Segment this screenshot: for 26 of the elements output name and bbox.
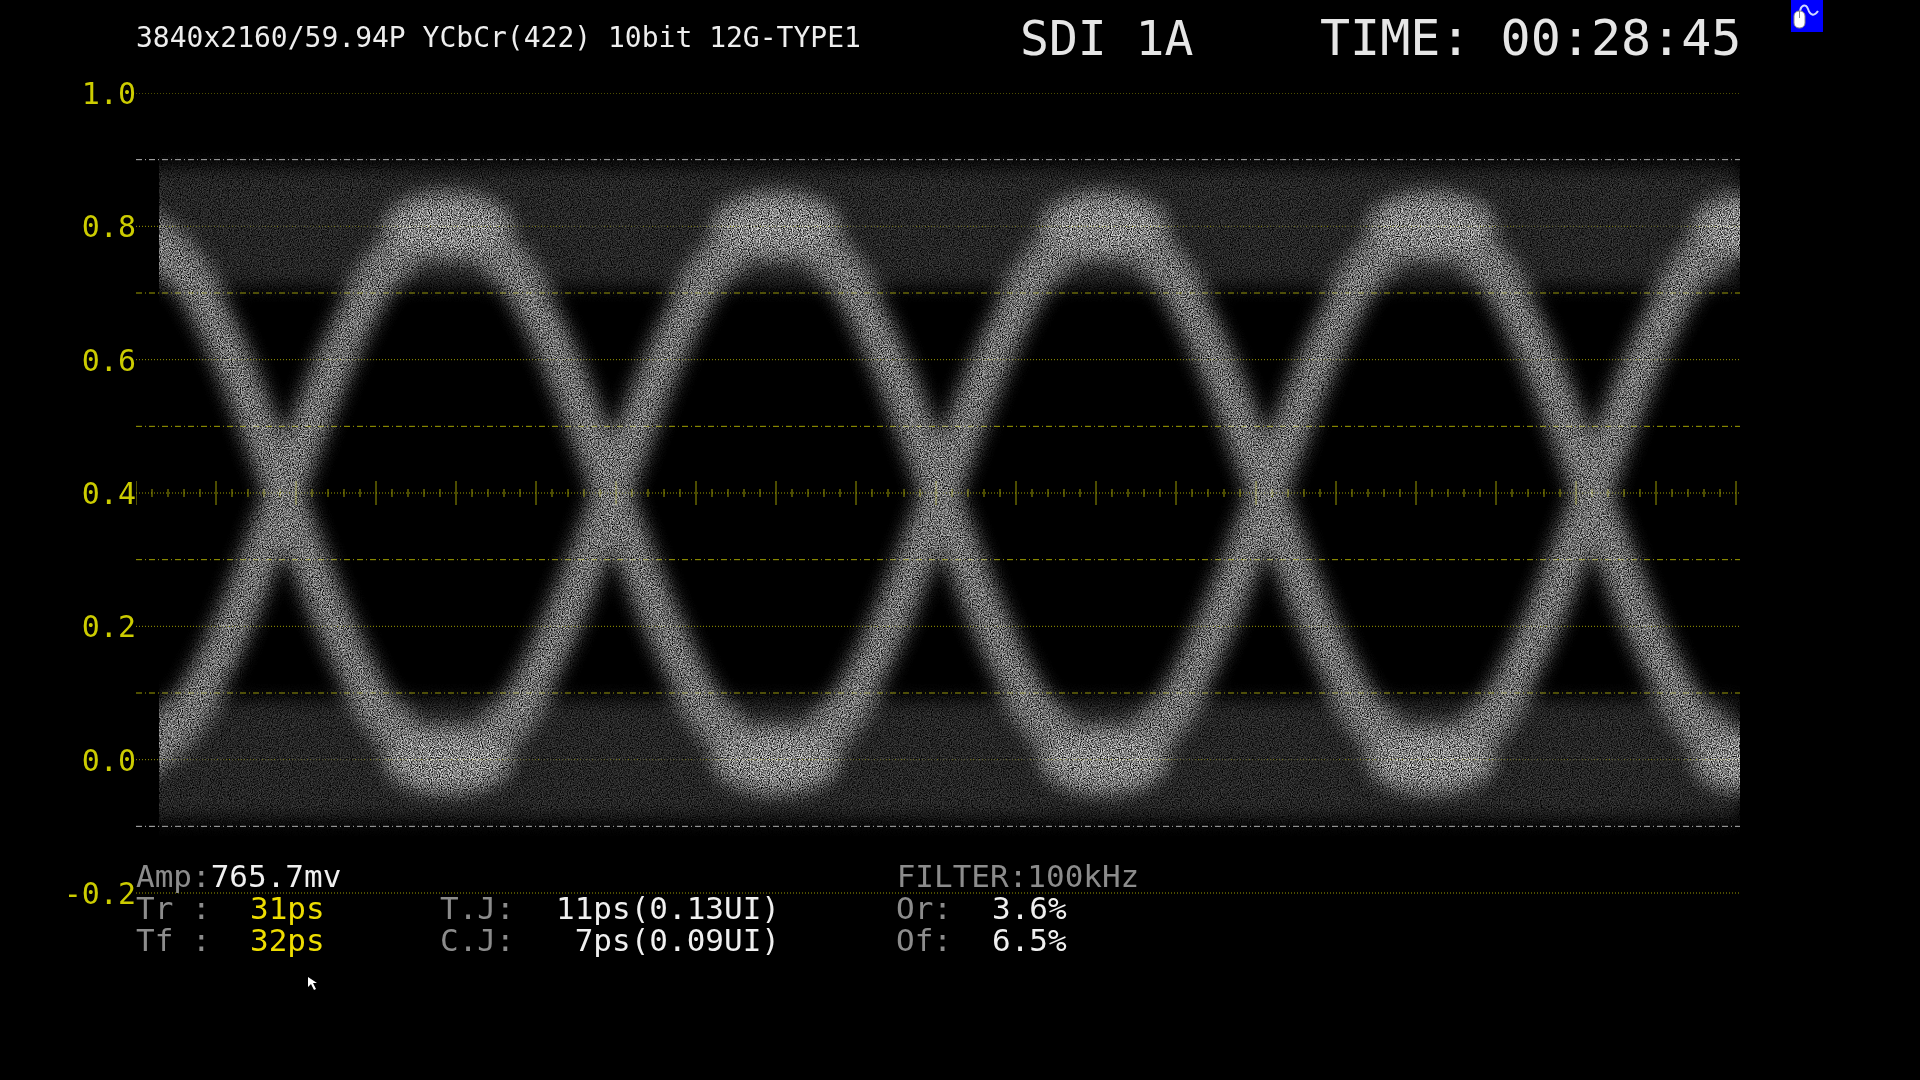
axis-label: 0.0 (81, 742, 136, 779)
edge-time-label: Tf : (136, 924, 212, 956)
amplitude-label: Amp: (136, 860, 211, 892)
axis-label: 0.6 (81, 342, 136, 379)
jitter-label: T.J: (440, 892, 516, 924)
signal-format: 3840x2160/59.94P YCbCr(422) 10bit 12G-TYPE1 (136, 20, 862, 56)
axis-label: -0.2 (63, 875, 136, 911)
axis-label: 0.4 (81, 476, 136, 512)
input-channel: SDI 1A (1020, 9, 1195, 68)
overshoot-value: 3.6% (992, 892, 1067, 924)
overshoot-value: 6.5% (992, 924, 1067, 956)
amplitude-value: 765.7mv (210, 860, 343, 892)
edge-time-value: 31ps (250, 892, 326, 924)
jitter-value: 7ps(0.09UI) (574, 924, 780, 956)
axis-label: 0.8 (81, 209, 136, 246)
overshoot-label: Or: (896, 892, 953, 924)
edge-time-value: 32ps (250, 924, 326, 956)
mouse-icon[interactable] (1791, 0, 1823, 32)
filter-setting: FILTER:100kHz (896, 860, 1140, 892)
time-display: TIME: 00:28:45 (1320, 7, 1742, 69)
overshoot-label: Of: (896, 924, 953, 956)
jitter-label: C.J: (440, 924, 516, 956)
axis-label: 1.0 (81, 76, 136, 112)
jitter-value: 11ps(0.13UI) (555, 892, 780, 924)
axis-label: 0.2 (81, 609, 136, 646)
edge-time-label: Tr : (136, 892, 212, 924)
